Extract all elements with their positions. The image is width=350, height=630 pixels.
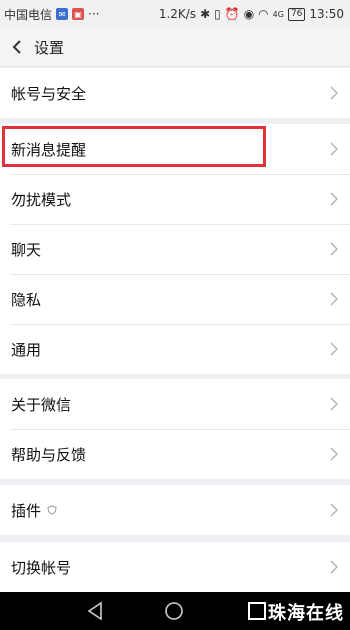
chevron-right-icon — [330, 142, 338, 156]
settings-group-plugins: 插件 — [0, 485, 350, 535]
settings-item-label: 通用 — [11, 340, 42, 359]
settings-item-label: 插件 — [11, 501, 42, 520]
settings-item-label: 帐号与安全 — [11, 84, 87, 103]
page-title: 设置 — [34, 38, 65, 57]
plugin-shield-icon — [47, 505, 57, 515]
settings-item-label: 帮助与反馈 — [11, 445, 87, 464]
eye-icon: ◉ — [243, 7, 255, 21]
chevron-right-icon — [330, 503, 338, 517]
settings-group-switch-account: 切换帐号 — [0, 542, 350, 592]
signal-label: 4G — [272, 9, 284, 19]
settings-item-about-wechat[interactable]: 关于微信 — [0, 379, 350, 429]
chevron-right-icon — [330, 342, 338, 356]
wifi-icon: ◠ — [258, 7, 269, 21]
bluetooth-icon: ✱ — [200, 7, 211, 21]
settings-group-general: 新消息提醒 勿扰模式 聊天 隐私 通用 — [0, 124, 350, 374]
settings-item-label: 勿扰模式 — [11, 190, 72, 209]
settings-item-label: 切换帐号 — [11, 558, 72, 577]
settings-group-about: 关于微信 帮助与反馈 — [0, 379, 350, 479]
system-nav-bar: 珠海在线 — [0, 592, 350, 630]
chevron-right-icon — [330, 292, 338, 306]
settings-item-new-message-alerts[interactable]: 新消息提醒 — [0, 124, 350, 174]
back-button[interactable] — [0, 28, 34, 66]
settings-item-label: 聊天 — [11, 240, 42, 259]
settings-item-chat[interactable]: 聊天 — [0, 224, 350, 274]
settings-item-label: 隐私 — [11, 290, 42, 309]
chevron-right-icon — [330, 192, 338, 206]
settings-item-general[interactable]: 通用 — [0, 324, 350, 374]
settings-item-switch-account[interactable]: 切换帐号 — [0, 542, 350, 592]
chevron-right-icon — [330, 86, 338, 100]
nav-back-icon[interactable] — [86, 601, 104, 621]
chevron-right-icon — [330, 447, 338, 461]
settings-item-account-security[interactable]: 帐号与安全 — [0, 68, 350, 118]
alarm-icon: ⏰ — [224, 7, 240, 21]
nav-home-icon[interactable] — [164, 601, 184, 621]
chevron-right-icon — [330, 242, 338, 256]
back-arrow-icon — [12, 40, 21, 54]
nav-recents-icon[interactable] — [248, 602, 266, 620]
net-speed: 1.2K/s — [158, 7, 197, 21]
settings-item-plugins[interactable]: 插件 — [0, 485, 350, 535]
app-notification-icon: ✉ — [56, 8, 69, 20]
status-bar: 中国电信 ✉ ▣ ··· 1.2K/s ✱ ▯ ⏰ ◉ ◠ 4G 76 13:5… — [0, 0, 350, 28]
settings-item-help-feedback[interactable]: 帮助与反馈 — [0, 429, 350, 479]
settings-item-do-not-disturb[interactable]: 勿扰模式 — [0, 174, 350, 224]
vibrate-icon: ▯ — [214, 7, 221, 21]
overflow-dots: ··· — [88, 7, 100, 21]
battery-icon: 76 — [287, 7, 306, 21]
app-notification-icon: ▣ — [72, 8, 85, 20]
settings-item-label: 新消息提醒 — [11, 140, 87, 159]
time-label: 13:50 — [309, 7, 344, 21]
settings-group-account: 帐号与安全 — [0, 68, 350, 118]
chevron-right-icon — [330, 397, 338, 411]
settings-item-privacy[interactable]: 隐私 — [0, 274, 350, 324]
title-bar: 设置 — [0, 28, 350, 67]
carrier-label: 中国电信 — [4, 7, 53, 22]
chevron-right-icon — [330, 560, 338, 574]
watermark: 珠海在线 — [248, 599, 344, 625]
settings-item-label: 关于微信 — [11, 395, 72, 414]
